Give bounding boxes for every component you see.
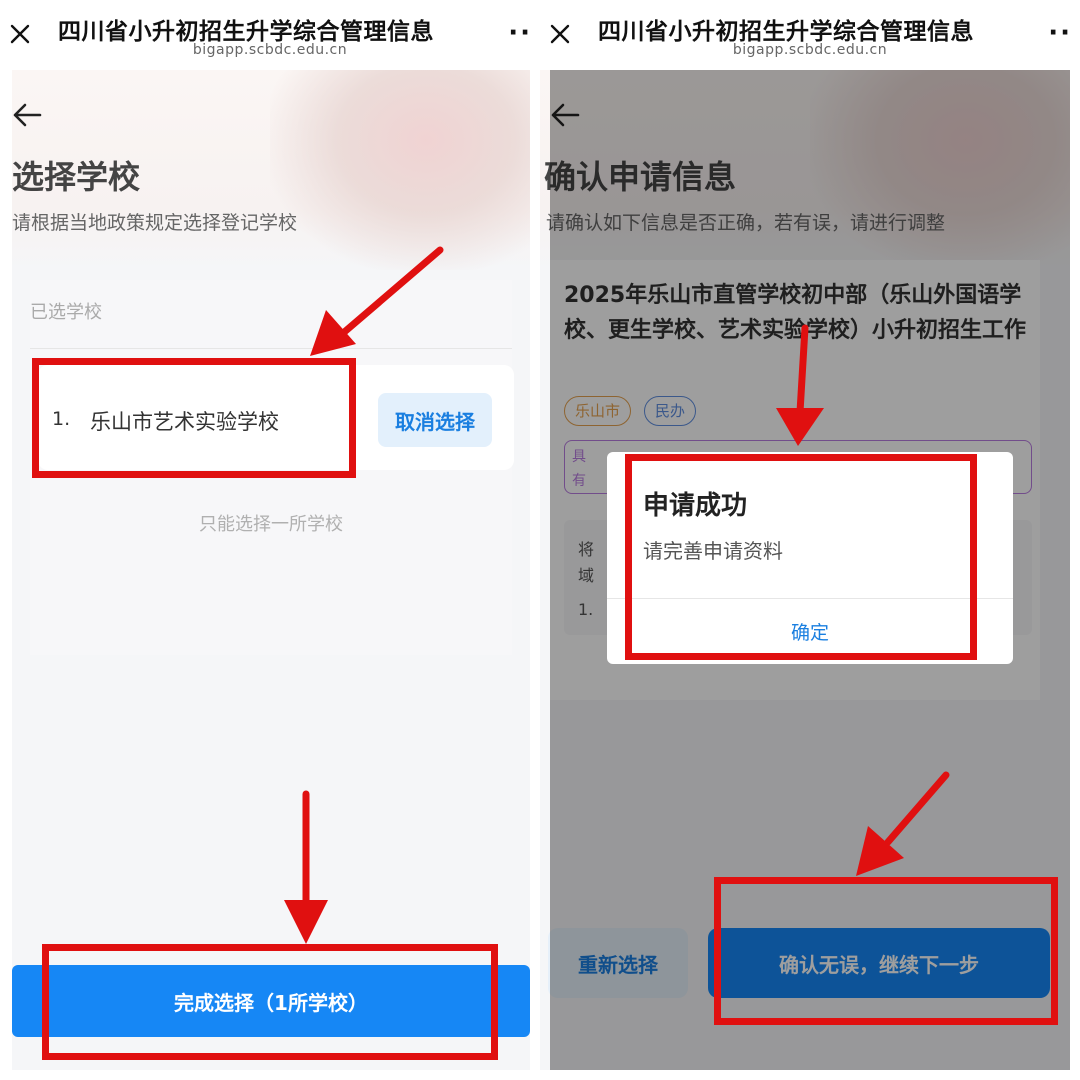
dialog-ok-button[interactable]: 确定	[607, 599, 1013, 664]
school-index: 1.	[52, 408, 71, 430]
more-options-icon[interactable]: ··	[1048, 20, 1072, 46]
browser-title: 四川省小升初招生升学综合管理信息	[58, 19, 434, 45]
browser-title: 四川省小升初招生升学综合管理信息	[598, 19, 974, 45]
back-arrow-icon[interactable]	[12, 102, 42, 128]
page-subtitle: 请根据当地政策规定选择登记学校	[12, 212, 298, 234]
confirm-info-page: 确认申请信息 请确认如下信息是否正确，若有误，请进行调整 2025年乐山市直管学…	[540, 70, 1070, 1070]
success-dialog: 申请成功 请完善申请资料 确定	[607, 452, 1013, 664]
selected-schools-label: 已选学校	[30, 302, 102, 323]
cancel-selection-button[interactable]: 取消选择	[378, 393, 492, 447]
browser-top-bar: 四川省小升初招生升学综合管理信息 bigapp.scbdc.edu.cn ··	[0, 0, 540, 70]
browser-url: bigapp.scbdc.edu.cn	[732, 42, 888, 58]
finish-selection-button[interactable]: 完成选择（1所学校）	[12, 965, 530, 1037]
browser-top-bar: 四川省小升初招生升学综合管理信息 bigapp.scbdc.edu.cn ··	[540, 0, 1080, 70]
page-title: 选择学校	[12, 158, 141, 196]
select-school-page: 选择学校 请根据当地政策规定选择登记学校 已选学校 1. 乐山市艺术实验学校 取…	[12, 70, 530, 1070]
hero-image	[270, 70, 530, 270]
browser-url: bigapp.scbdc.edu.cn	[192, 42, 348, 58]
school-name: 乐山市艺术实验学校	[90, 410, 279, 434]
dialog-title: 申请成功	[643, 491, 748, 521]
right-screenshot: 四川省小升初招生升学综合管理信息 bigapp.scbdc.edu.cn ·· …	[540, 0, 1080, 1080]
more-options-icon[interactable]: ··	[508, 20, 532, 46]
left-screenshot: 四川省小升初招生升学综合管理信息 bigapp.scbdc.edu.cn ·· …	[0, 0, 540, 1080]
dialog-message: 请完善申请资料	[643, 539, 783, 563]
divider	[30, 348, 512, 349]
selection-limit-note: 只能选择一所学校	[199, 514, 343, 535]
